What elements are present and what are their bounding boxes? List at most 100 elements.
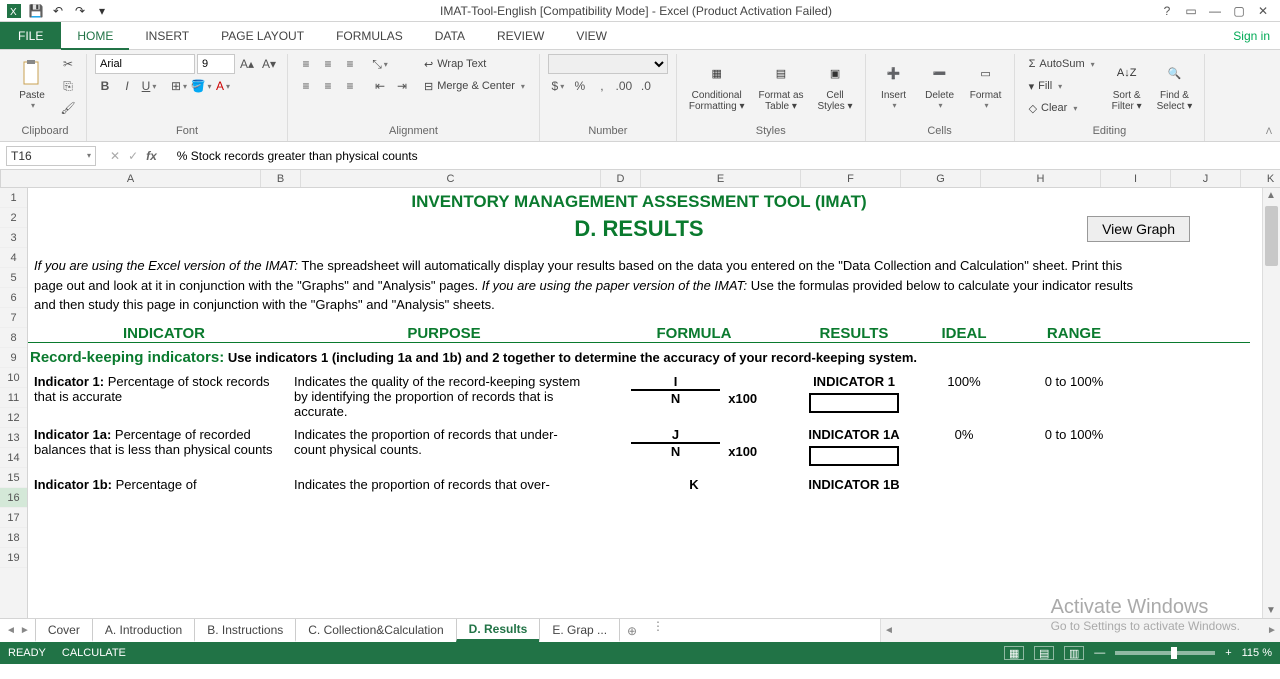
col-header-C[interactable]: C [301,170,601,187]
row-header-1[interactable]: 1 [0,188,27,208]
align-left-icon[interactable]: ≡ [296,76,316,96]
row-header-9[interactable]: 9 [0,348,27,368]
zoom-in-icon[interactable]: + [1225,647,1231,659]
decrease-font-icon[interactable]: A▾ [259,54,279,74]
row-header-13[interactable]: 13 [0,428,27,448]
font-size-input[interactable] [197,54,235,74]
tab-more-icon[interactable]: ⋮ [652,619,664,642]
tab-view[interactable]: VIEW [560,22,623,49]
row-header-4[interactable]: 4 [0,248,27,268]
horizontal-scrollbar[interactable]: ◄ ► [880,619,1280,642]
align-right-icon[interactable]: ≡ [340,76,360,96]
copy-icon[interactable]: ⎘ [58,76,78,96]
row-header-19[interactable]: 19 [0,548,27,568]
increase-font-icon[interactable]: A▴ [237,54,257,74]
sheet-tab-graphs[interactable]: E. Grap ... [539,619,620,642]
insert-cells-button[interactable]: ➕Insert▾ [874,54,914,114]
tab-home[interactable]: HOME [61,22,129,49]
format-cells-button[interactable]: ▭Format▾ [966,54,1006,114]
tab-scroll-right-icon[interactable]: ► [20,625,30,636]
col-header-B[interactable]: B [261,170,301,187]
underline-icon[interactable]: U▾ [139,76,159,96]
row-header-7[interactable]: 7 [0,308,27,328]
font-name-input[interactable] [95,54,195,74]
sheet-tab-results[interactable]: D. Results [456,619,541,642]
tab-page-layout[interactable]: PAGE LAYOUT [205,22,320,49]
row-header-6[interactable]: 6 [0,288,27,308]
vertical-scrollbar[interactable]: ▲ ▼ [1262,188,1280,618]
align-bottom-icon[interactable]: ≡ [340,54,360,74]
enter-formula-icon[interactable]: ✓ [128,149,138,163]
decrease-decimal-icon[interactable]: .0 [636,76,656,96]
currency-icon[interactable]: $▾ [548,76,568,96]
col-header-K[interactable]: K [1241,170,1280,187]
row-header-14[interactable]: 14 [0,448,27,468]
collapse-ribbon-icon[interactable]: ᐱ [1266,126,1272,137]
row-header-11[interactable]: 11 [0,388,27,408]
cell-styles-button[interactable]: ▣CellStyles ▾ [814,54,857,116]
col-header-G[interactable]: G [901,170,981,187]
col-header-E[interactable]: E [641,170,801,187]
help-icon[interactable]: ? [1156,2,1178,20]
borders-icon[interactable]: ⊞▾ [169,76,189,96]
undo-icon[interactable]: ↶ [48,2,68,20]
row-header-5[interactable]: 5 [0,268,27,288]
row-header-17[interactable]: 17 [0,508,27,528]
row-header-16[interactable]: 16 [0,488,27,508]
sheet-tab-cover[interactable]: Cover [35,619,93,642]
ribbon-options-icon[interactable]: ▭ [1180,2,1202,20]
decrease-indent-icon[interactable]: ⇤ [370,76,390,96]
row-header-15[interactable]: 15 [0,468,27,488]
col-header-D[interactable]: D [601,170,641,187]
hscroll-right-icon[interactable]: ► [1264,625,1280,636]
sort-filter-button[interactable]: A↓ZSort &Filter ▾ [1107,54,1147,116]
save-icon[interactable]: 💾 [26,2,46,20]
row-header-12[interactable]: 12 [0,408,27,428]
autosum-button[interactable]: ΣAutoSum▾ [1023,54,1101,74]
col-header-J[interactable]: J [1171,170,1241,187]
orientation-icon[interactable]: ⤡▾ [370,54,390,74]
format-as-table-button[interactable]: ▤Format asTable ▾ [755,54,808,116]
tab-scroll-left-icon[interactable]: ◄ [6,625,16,636]
italic-icon[interactable]: I [117,76,137,96]
page-break-view-icon[interactable]: ▥ [1064,646,1084,660]
maximize-icon[interactable]: ▢ [1228,2,1250,20]
col-header-H[interactable]: H [981,170,1101,187]
fill-button[interactable]: ▾Fill▾ [1023,76,1101,96]
file-tab[interactable]: FILE [0,22,61,49]
sheet-tab-collection[interactable]: C. Collection&Calculation [295,619,456,642]
tab-data[interactable]: DATA [419,22,481,49]
col-header-F[interactable]: F [801,170,901,187]
sheet-tab-intro[interactable]: A. Introduction [92,619,195,642]
minimize-icon[interactable]: — [1204,2,1226,20]
view-graph-button[interactable]: View Graph [1087,216,1190,242]
col-header-I[interactable]: I [1101,170,1171,187]
row-header-8[interactable]: 8 [0,328,27,348]
bold-icon[interactable]: B [95,76,115,96]
tab-formulas[interactable]: FORMULAS [320,22,419,49]
paste-button[interactable]: Paste▾ [12,54,52,114]
zoom-slider[interactable] [1115,651,1215,655]
align-top-icon[interactable]: ≡ [296,54,316,74]
zoom-out-icon[interactable]: — [1094,647,1105,659]
close-icon[interactable]: ✕ [1252,2,1274,20]
new-sheet-icon[interactable]: ⊕ [620,619,644,642]
page-layout-view-icon[interactable]: ▤ [1034,646,1054,660]
sheet-tab-instructions[interactable]: B. Instructions [194,619,296,642]
cancel-formula-icon[interactable]: ✕ [110,149,120,163]
comma-icon[interactable]: , [592,76,612,96]
formula-bar-input[interactable] [171,146,1280,166]
conditional-formatting-button[interactable]: ▦ConditionalFormatting ▾ [685,54,749,116]
percent-icon[interactable]: % [570,76,590,96]
tab-insert[interactable]: INSERT [129,22,205,49]
col-header-A[interactable]: A [1,170,261,187]
delete-cells-button[interactable]: ➖Delete▾ [920,54,960,114]
row-header-3[interactable]: 3 [0,228,27,248]
format-painter-icon[interactable]: 🖌 [58,98,78,118]
align-middle-icon[interactable]: ≡ [318,54,338,74]
redo-icon[interactable]: ↷ [70,2,90,20]
fx-icon[interactable]: fx [146,149,157,163]
number-format-select[interactable] [548,54,668,74]
scroll-down-icon[interactable]: ▼ [1266,605,1276,616]
row-header-10[interactable]: 10 [0,368,27,388]
